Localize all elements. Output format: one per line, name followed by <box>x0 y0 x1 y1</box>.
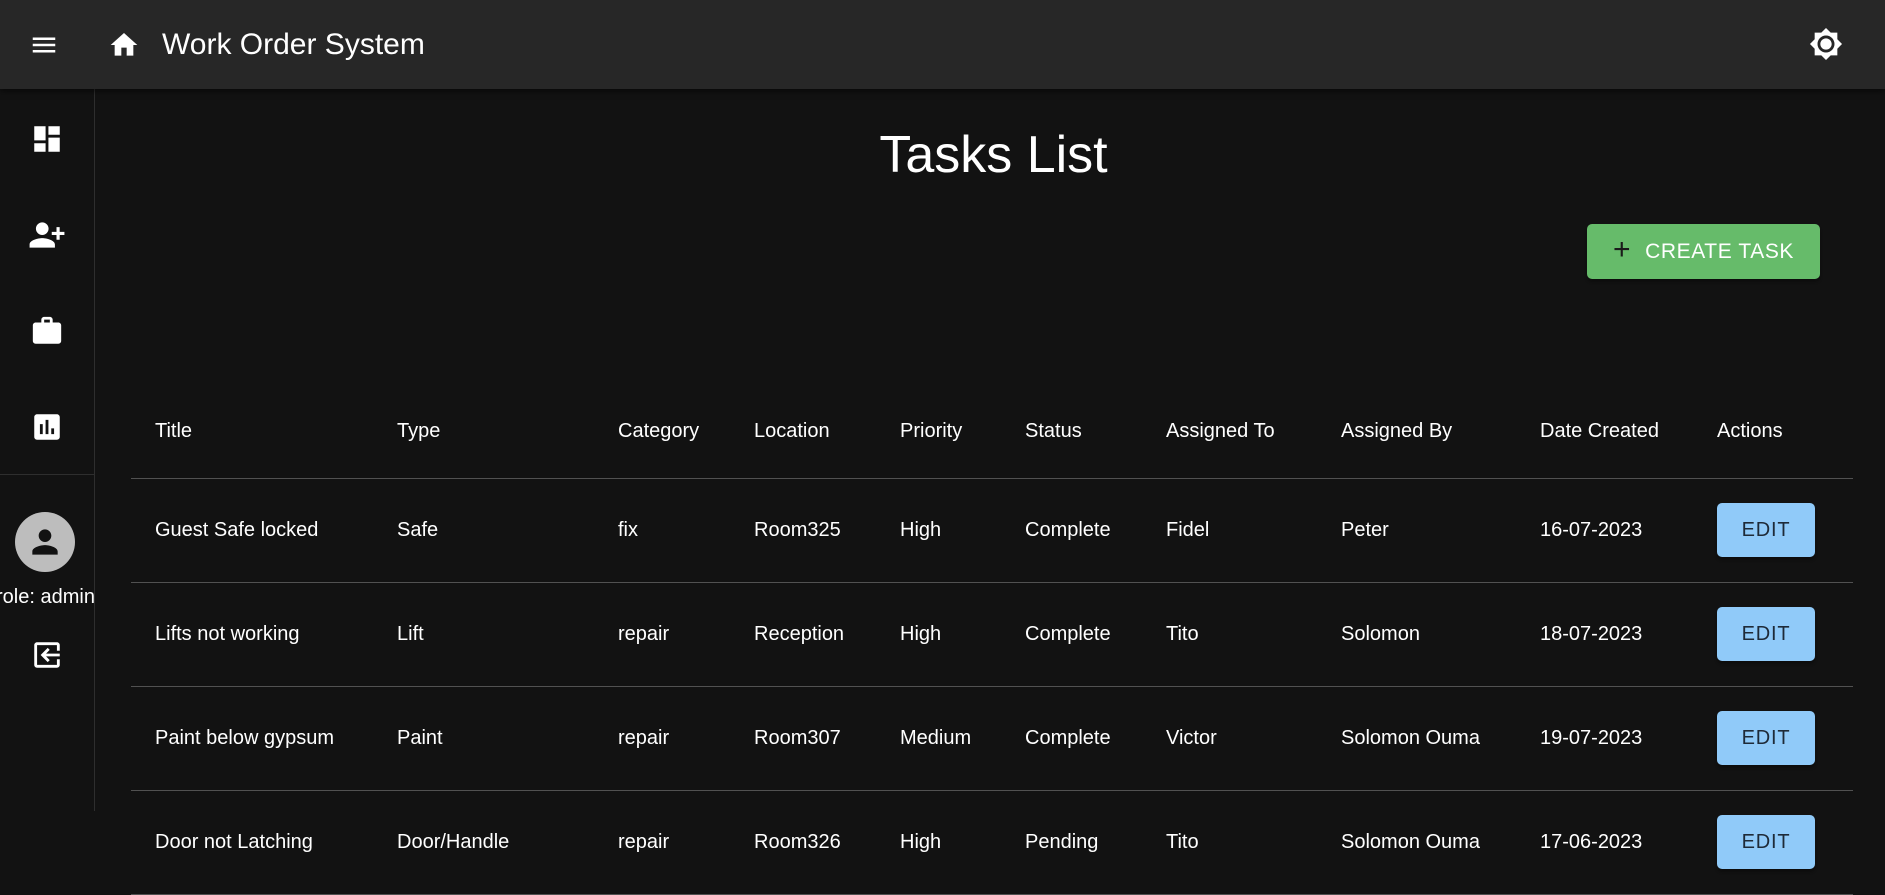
cell-assigned-by: Solomon <box>1317 582 1516 687</box>
cell-status: Complete <box>1001 686 1142 791</box>
avatar[interactable] <box>15 512 75 572</box>
cell-date-created: 18-07-2023 <box>1516 582 1693 687</box>
edit-button[interactable]: EDIT <box>1717 607 1815 661</box>
cell-location: Room307 <box>730 686 876 791</box>
column-header[interactable]: Type <box>373 385 594 479</box>
cell-assigned-to: Tito <box>1142 790 1317 895</box>
column-header[interactable]: Priority <box>876 385 1001 479</box>
edit-button[interactable]: EDIT <box>1717 815 1815 869</box>
column-header[interactable]: Assigned By <box>1317 385 1516 479</box>
app-title: Work Order System <box>162 27 425 61</box>
column-header: Actions <box>1693 385 1853 479</box>
home-icon <box>110 32 138 56</box>
sidebar-item-dashboard[interactable] <box>0 103 94 175</box>
table-row: Lifts not working Lift repair Reception … <box>131 582 1853 687</box>
cell-location: Reception <box>730 582 876 687</box>
cell-type: Door/Handle <box>373 790 594 895</box>
create-task-button[interactable]: + CREATE TASK <box>1587 224 1820 279</box>
briefcase-icon <box>32 316 62 344</box>
sidebar-item-add-user[interactable] <box>0 199 94 271</box>
create-task-label: CREATE TASK <box>1645 239 1795 263</box>
column-header[interactable]: Category <box>594 385 730 479</box>
menu-button[interactable] <box>20 21 68 69</box>
app-bar: Work Order System <box>0 0 1885 89</box>
table-row: Guest Safe locked Safe fix Room325 High … <box>131 478 1853 583</box>
brightness-icon <box>1809 27 1843 61</box>
cell-status: Pending <box>1001 790 1142 895</box>
table-row: Paint below gypsum Paint repair Room307 … <box>131 686 1853 791</box>
cell-type: Safe <box>373 478 594 583</box>
cell-date-created: 16-07-2023 <box>1516 478 1693 583</box>
home-button[interactable] <box>100 21 148 69</box>
cell-category: fix <box>594 478 730 583</box>
report-icon <box>34 414 60 440</box>
sidebar-item-reports[interactable] <box>0 391 94 463</box>
person-icon <box>32 529 58 555</box>
cell-status: Complete <box>1001 582 1142 687</box>
cell-location: Room326 <box>730 790 876 895</box>
cell-assigned-by: Peter <box>1317 478 1516 583</box>
cell-type: Lift <box>373 582 594 687</box>
cell-title: Lifts not working <box>131 582 373 687</box>
plus-icon: + <box>1612 233 1632 266</box>
role-label: role: admin <box>0 586 94 608</box>
tasks-table: Title Type Category Location Priority St… <box>131 385 1853 895</box>
theme-toggle-button[interactable] <box>1802 20 1850 68</box>
cell-assigned-to: Fidel <box>1142 478 1317 583</box>
cell-actions: EDIT <box>1693 686 1853 791</box>
cell-status: Complete <box>1001 478 1142 583</box>
sidebar-item-tasks[interactable] <box>0 295 94 367</box>
column-header[interactable]: Location <box>730 385 876 479</box>
add-user-icon <box>29 222 65 248</box>
cell-priority: High <box>876 790 1001 895</box>
cell-category: repair <box>594 582 730 687</box>
cell-assigned-to: Victor <box>1142 686 1317 791</box>
logout-icon <box>34 642 60 668</box>
cell-priority: High <box>876 582 1001 687</box>
cell-assigned-to: Tito <box>1142 582 1317 687</box>
column-header[interactable]: Date Created <box>1516 385 1693 479</box>
cell-priority: High <box>876 478 1001 583</box>
column-header[interactable]: Assigned To <box>1142 385 1317 479</box>
cell-date-created: 17-06-2023 <box>1516 790 1693 895</box>
cell-title: Guest Safe locked <box>131 478 373 583</box>
cell-type: Paint <box>373 686 594 791</box>
menu-icon <box>32 37 56 52</box>
edit-button[interactable]: EDIT <box>1717 711 1815 765</box>
cell-category: repair <box>594 790 730 895</box>
column-header[interactable]: Status <box>1001 385 1142 479</box>
cell-actions: EDIT <box>1693 582 1853 687</box>
main-content: Tasks List + CREATE TASK Title Type Cate… <box>96 89 1885 895</box>
cell-date-created: 19-07-2023 <box>1516 686 1693 791</box>
cell-location: Room325 <box>730 478 876 583</box>
cell-actions: EDIT <box>1693 790 1853 895</box>
cell-assigned-by: Solomon Ouma <box>1317 790 1516 895</box>
logout-button[interactable] <box>0 619 94 691</box>
table-row: Door not Latching Door/Handle repair Roo… <box>131 790 1853 895</box>
dashboard-icon <box>34 126 60 152</box>
sidebar-divider <box>0 474 94 475</box>
cell-title: Paint below gypsum <box>131 686 373 791</box>
table-header-row: Title Type Category Location Priority St… <box>131 385 1853 479</box>
cell-assigned-by: Solomon Ouma <box>1317 686 1516 791</box>
column-header[interactable]: Title <box>131 385 373 479</box>
cell-priority: Medium <box>876 686 1001 791</box>
cell-actions: EDIT <box>1693 478 1853 583</box>
cell-category: repair <box>594 686 730 791</box>
edit-button[interactable]: EDIT <box>1717 503 1815 557</box>
sidebar: role: admin <box>0 89 95 811</box>
page-title: Tasks List <box>879 126 1108 184</box>
cell-title: Door not Latching <box>131 790 373 895</box>
